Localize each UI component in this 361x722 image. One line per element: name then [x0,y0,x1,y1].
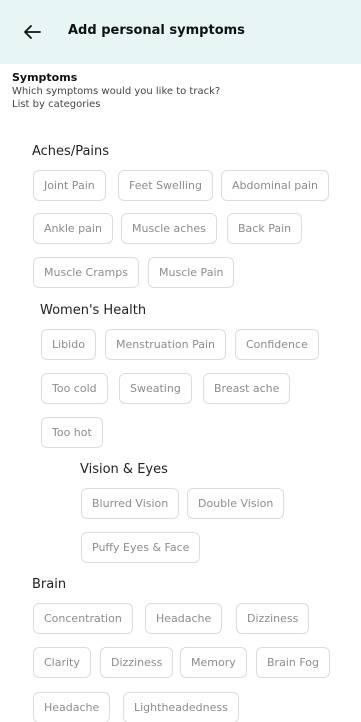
category-brain: Brain [32,577,67,592]
category-vision-eyes: Vision & Eyes [80,462,168,477]
symptom-chip[interactable]: Muscle aches [121,213,217,244]
symptom-chip[interactable]: Puffy Eyes & Face [81,532,201,563]
symptom-chip[interactable]: Clarity [33,647,91,678]
symptom-chip[interactable]: Concentration [33,603,133,634]
symptom-chip[interactable]: Libido [41,329,96,360]
symptom-chip[interactable]: Memory [180,647,247,678]
symptom-chip[interactable]: Abdominal pain [221,170,330,201]
symptom-chip[interactable]: Dizziness [100,647,174,678]
symptom-chip[interactable]: Muscle Pain [148,257,235,288]
symptom-chip[interactable]: Headache [33,692,111,722]
symptom-chip[interactable]: Joint Pain [33,170,106,201]
symptom-chip[interactable]: Ankle pain [33,213,113,244]
symptom-chip[interactable]: Back Pain [227,213,303,244]
categories-hint: List by categories [12,99,101,110]
category-womens-health: Women's Health [40,303,147,318]
symptom-chip[interactable]: Too hot [41,417,103,448]
symptom-chip[interactable]: Breast ache [203,373,291,404]
symptom-chip[interactable]: Menstruation Pain [105,329,226,360]
app-bar: Add personal symptoms [0,0,361,64]
symptom-chip[interactable]: Sweating [119,373,192,404]
category-aches-pains: Aches/Pains [32,144,110,159]
symptom-chip[interactable]: Dizziness [236,603,310,634]
symptom-chip[interactable]: Blurred Vision [81,488,180,519]
symptoms-heading: Symptoms [12,71,78,84]
symptom-chip[interactable]: Brain Fog [256,647,330,678]
symptom-chip[interactable]: Double Vision [187,488,285,519]
symptom-chip[interactable]: Too cold [41,373,108,404]
symptom-chip[interactable]: Feet Swelling [118,170,213,201]
symptom-chip[interactable]: Headache [145,603,223,634]
symptom-chip[interactable]: Confidence [235,329,319,360]
page-title: Add personal symptoms [68,23,245,38]
symptom-chip[interactable]: Lightheadedness [123,692,239,722]
symptom-chip[interactable]: Muscle Cramps [33,257,139,288]
symptoms-question: Which symptoms would you like to track? [12,86,221,97]
back-arrow-icon[interactable] [20,20,44,44]
